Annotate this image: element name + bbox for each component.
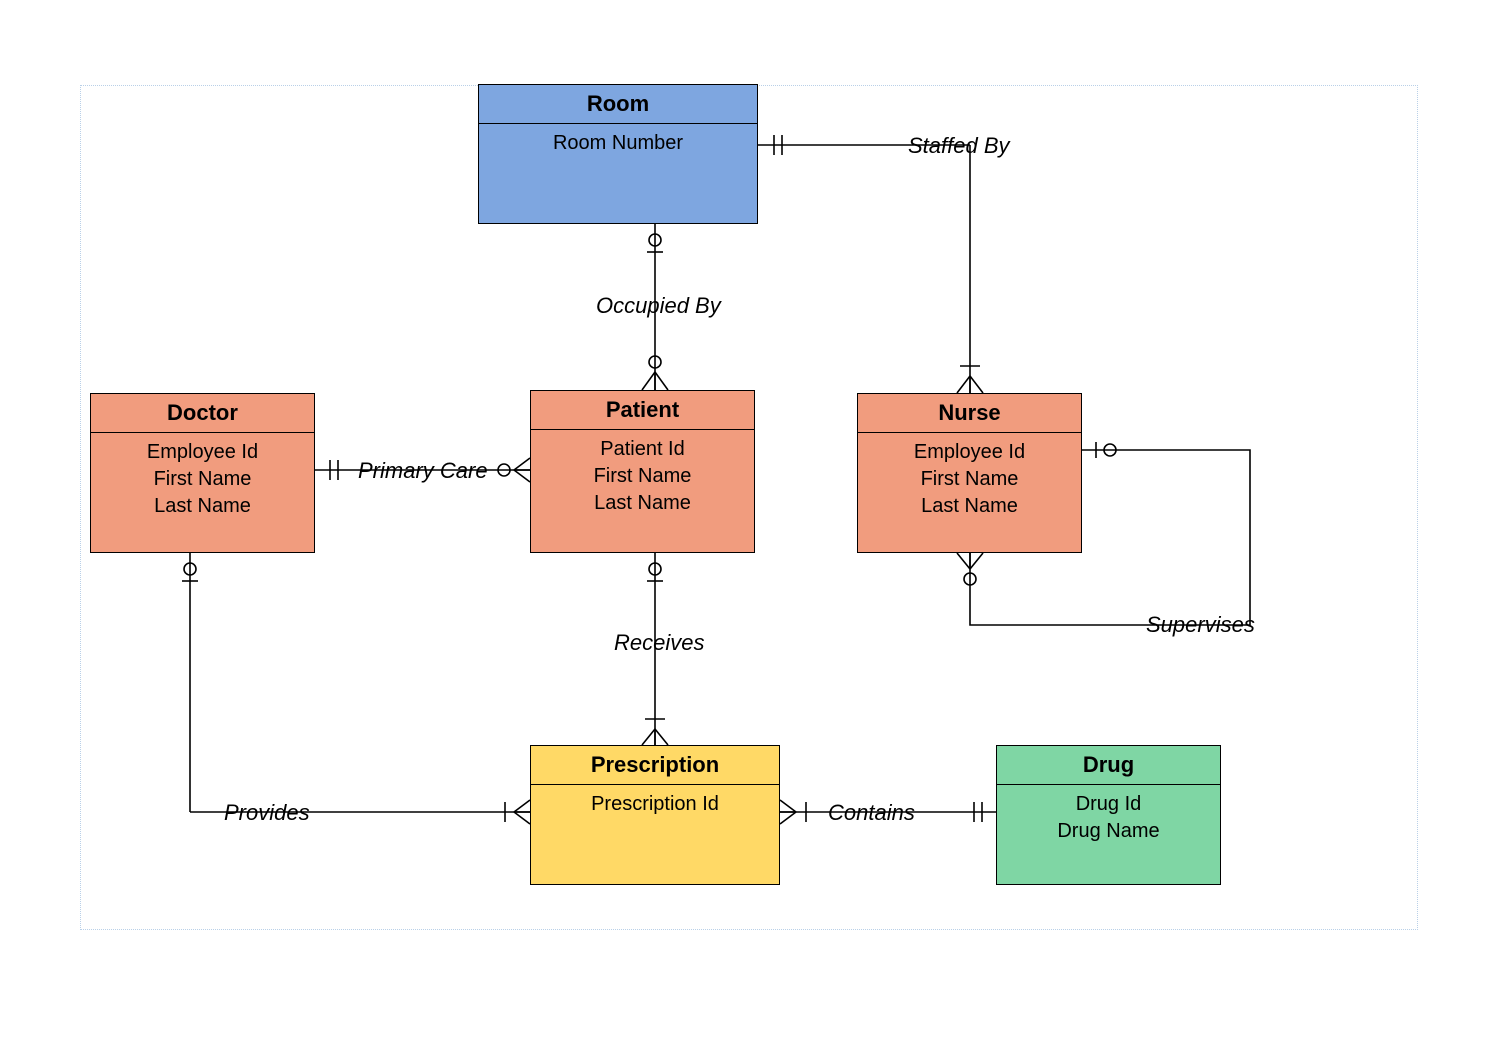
entity-nurse-attrs: Employee Id First Name Last Name xyxy=(858,433,1081,528)
label-contains: Contains xyxy=(828,800,915,826)
entity-patient-title: Patient xyxy=(531,391,754,430)
label-receives: Receives xyxy=(614,630,704,656)
entity-drug-attrs: Drug Id Drug Name xyxy=(997,785,1220,853)
label-primary-care: Primary Care xyxy=(358,458,488,484)
entity-patient[interactable]: Patient Patient Id First Name Last Name xyxy=(530,390,755,553)
label-provides: Provides xyxy=(224,800,310,826)
entity-doctor-attrs: Employee Id First Name Last Name xyxy=(91,433,314,528)
entity-prescription[interactable]: Prescription Prescription Id xyxy=(530,745,780,885)
entity-doctor[interactable]: Doctor Employee Id First Name Last Name xyxy=(90,393,315,553)
entity-drug-title: Drug xyxy=(997,746,1220,785)
label-occupied-by: Occupied By xyxy=(596,293,721,319)
entity-nurse-title: Nurse xyxy=(858,394,1081,433)
entity-room-attrs: Room Number xyxy=(479,124,757,165)
label-staffed-by: Staffed By xyxy=(908,133,1010,159)
entity-room-title: Room xyxy=(479,85,757,124)
entity-prescription-attrs: Prescription Id xyxy=(531,785,779,826)
entity-doctor-title: Doctor xyxy=(91,394,314,433)
entity-nurse[interactable]: Nurse Employee Id First Name Last Name xyxy=(857,393,1082,553)
entity-prescription-title: Prescription xyxy=(531,746,779,785)
label-supervises: Supervises xyxy=(1146,612,1255,638)
entity-room[interactable]: Room Room Number xyxy=(478,84,758,224)
entity-patient-attrs: Patient Id First Name Last Name xyxy=(531,430,754,525)
entity-drug[interactable]: Drug Drug Id Drug Name xyxy=(996,745,1221,885)
